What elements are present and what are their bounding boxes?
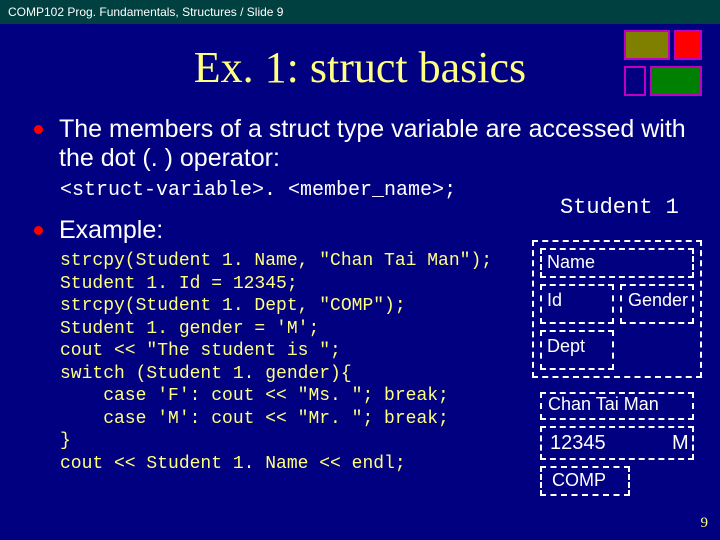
bullet-dot-icon — [34, 125, 43, 134]
bullet-dot-icon — [34, 226, 43, 235]
diagram-label-id: Id — [547, 290, 562, 311]
logo-graphic — [624, 30, 706, 102]
diagram-label-name: Name — [547, 252, 595, 273]
slide-header: COMP102 Prog. Fundamentals, Structures /… — [0, 0, 720, 24]
slide-title: Ex. 1: struct basics — [0, 42, 720, 93]
diagram-var-name: Student 1 — [560, 195, 679, 220]
diagram-label-dept: Dept — [547, 336, 585, 357]
bullet-1-text: The members of a struct type variable ar… — [59, 115, 700, 173]
bullet-2-text: Example: — [59, 216, 163, 245]
diagram-label-gender: Gender — [628, 290, 688, 311]
diagram-value-gender: M — [672, 432, 689, 455]
diagram-value-id: 12345 — [550, 432, 606, 455]
diagram-value-name: Chan Tai Man — [548, 394, 659, 415]
page-number: 9 — [701, 515, 709, 532]
diagram-value-dept: COMP — [552, 470, 606, 491]
bullet-1: The members of a struct type variable ar… — [34, 115, 700, 173]
